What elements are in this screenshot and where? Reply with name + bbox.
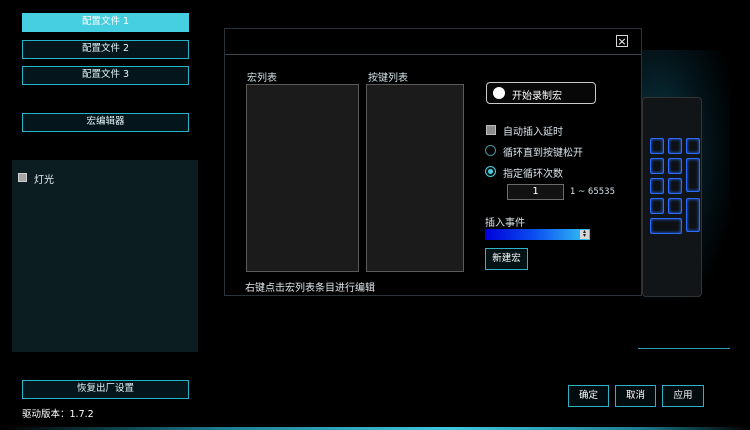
key xyxy=(668,138,682,154)
record-icon xyxy=(493,87,505,99)
specify-loop-count-label: 指定循环次数 xyxy=(503,169,563,180)
key-list-label: 按键列表 xyxy=(368,73,408,84)
insert-event-select[interactable]: ▴ ▾ xyxy=(485,229,590,240)
macro-editor-button[interactable]: 宏编辑器 xyxy=(22,113,189,132)
macro-list[interactable] xyxy=(246,84,359,272)
key xyxy=(650,178,664,194)
new-macro-button[interactable]: 新建宏 xyxy=(485,248,528,270)
record-label: 开始录制宏 xyxy=(512,91,562,102)
key xyxy=(686,198,700,232)
loop-range-label: 1 ~ 65535 xyxy=(570,187,615,197)
lighting-checkbox[interactable] xyxy=(18,173,27,182)
key xyxy=(668,158,682,174)
restore-defaults-button[interactable]: 恢复出厂设置 xyxy=(22,380,189,399)
auto-insert-delay-label: 自动插入延时 xyxy=(503,127,563,138)
lighting-panel: 灯光 xyxy=(12,160,198,352)
chevron-updown-icon: ▴ ▾ xyxy=(580,229,589,239)
auto-insert-delay-checkbox[interactable] xyxy=(486,125,496,135)
cancel-button[interactable]: 取消 xyxy=(615,385,656,407)
loop-until-release-label: 循环直到按键松开 xyxy=(503,148,583,159)
key xyxy=(686,138,700,154)
key xyxy=(686,158,700,192)
loop-until-release-radio[interactable] xyxy=(485,145,496,156)
profile-3-button[interactable]: 配置文件 3 xyxy=(22,66,189,85)
loop-count-input[interactable]: 1 xyxy=(507,184,564,200)
key xyxy=(668,178,682,194)
key xyxy=(650,158,664,174)
close-icon[interactable]: × xyxy=(616,35,628,47)
key xyxy=(650,218,682,234)
key xyxy=(668,198,682,214)
macro-list-label: 宏列表 xyxy=(247,73,277,84)
insert-event-label: 插入事件 xyxy=(485,218,525,229)
macro-editor-dialog: × 宏列表 按键列表 右键点击宏列表条目进行编辑 开始录制宏 自动插入延时 循环… xyxy=(224,28,642,296)
dialog-divider xyxy=(225,54,641,55)
keyboard-image xyxy=(638,50,730,349)
key-list[interactable] xyxy=(366,84,464,272)
edit-hint: 右键点击宏列表条目进行编辑 xyxy=(245,283,375,294)
profile-1-button[interactable]: 配置文件 1 xyxy=(22,13,189,32)
apply-button[interactable]: 应用 xyxy=(662,385,704,407)
ok-button[interactable]: 确定 xyxy=(568,385,609,407)
profile-2-button[interactable]: 配置文件 2 xyxy=(22,40,189,59)
lighting-label: 灯光 xyxy=(34,175,54,186)
specify-loop-count-radio[interactable] xyxy=(485,166,496,177)
key xyxy=(650,198,664,214)
driver-version: 驱动版本：1.7.2 xyxy=(22,409,94,420)
record-macro-button[interactable]: 开始录制宏 xyxy=(486,82,596,104)
key xyxy=(650,138,664,154)
